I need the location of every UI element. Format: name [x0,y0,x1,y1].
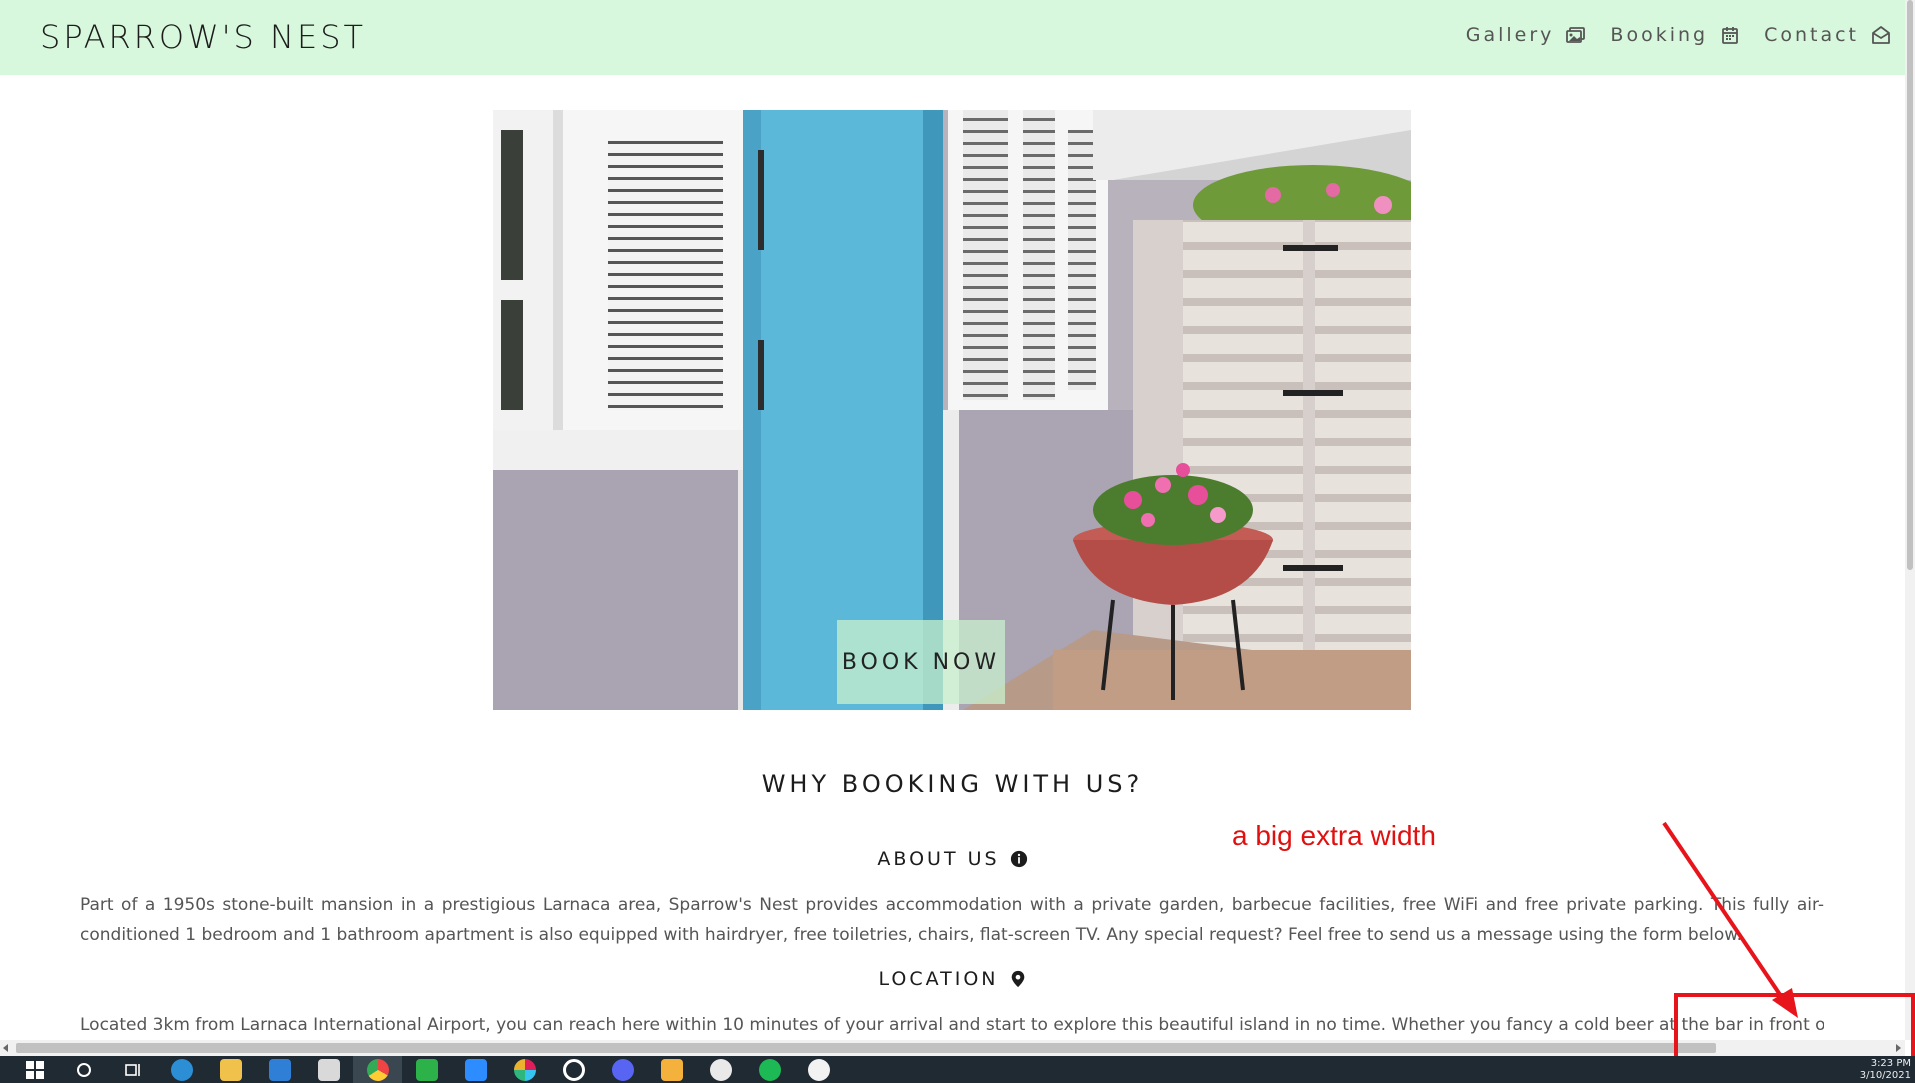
info-circle-icon [1010,850,1027,868]
windows-start-icon[interactable] [10,1056,59,1083]
slack-icon[interactable] [500,1056,549,1083]
chrome-icon[interactable] [353,1056,402,1083]
clock-app-icon[interactable] [696,1056,745,1083]
calendar-icon [1722,27,1738,44]
search-icon[interactable] [59,1056,108,1083]
envelope-open-icon [1872,26,1890,44]
nav-item-gallery[interactable]: Gallery [1466,24,1587,46]
about-text: Part of a 1950s stone-built mansion in a… [80,895,1824,945]
book-now-button[interactable]: BOOK NOW [837,620,1005,704]
windows-taskbar [0,1056,1915,1083]
spotify-icon[interactable] [745,1056,794,1083]
site-brand[interactable]: SPARROW'S NEST [40,18,366,56]
clock-date: 3/10/2021 [1859,1070,1911,1081]
task-view-icon[interactable] [108,1056,157,1083]
location-heading: LOCATION [0,968,1905,990]
images-icon [1566,27,1586,43]
nav-menu: Gallery Booking Contact [1466,24,1891,46]
store-icon[interactable] [304,1056,353,1083]
edge-icon[interactable] [157,1056,206,1083]
mail-icon[interactable] [255,1056,304,1083]
nav-item-label: Gallery [1465,24,1555,46]
nav-item-label: Booking [1610,24,1709,46]
taskbar-clock[interactable]: 3:23 PM 3/10/2021 [1860,1058,1911,1082]
about-title: ABOUT US [877,848,1000,870]
settings-icon[interactable] [549,1056,598,1083]
clock-time: 3:23 PM [1870,1058,1911,1069]
vertical-scroll-thumb[interactable] [1907,0,1913,570]
map-marker-icon [1011,970,1024,988]
notes-icon[interactable] [647,1056,696,1083]
horizontal-scrollbar[interactable] [0,1040,1905,1056]
navbar: SPARROW'S NEST Gallery Booking Contact [0,0,1905,75]
nav-item-booking[interactable]: Booking [1610,24,1740,46]
emoji-icon[interactable] [794,1056,843,1083]
wechat-icon[interactable] [402,1056,451,1083]
scroll-left-arrow-icon[interactable] [3,1044,8,1052]
discord-icon[interactable] [598,1056,647,1083]
location-title: LOCATION [878,968,999,990]
section-title: WHY BOOKING WITH US? [761,770,1144,798]
zoom-icon[interactable] [451,1056,500,1083]
horizontal-scroll-thumb[interactable] [16,1043,1716,1053]
location-text: Located 3km from Larnaca International A… [80,1015,1824,1035]
nav-item-contact[interactable]: Contact [1764,24,1891,46]
file-explorer-icon[interactable] [206,1056,255,1083]
nav-item-label: Contact [1764,24,1859,46]
about-heading: ABOUT US [0,848,1905,870]
vertical-scrollbar[interactable] [1905,0,1915,1040]
browser-viewport: SPARROW'S NEST Gallery Booking Contact B… [0,0,1905,1040]
annotation-label: a big extra width [1232,820,1436,851]
